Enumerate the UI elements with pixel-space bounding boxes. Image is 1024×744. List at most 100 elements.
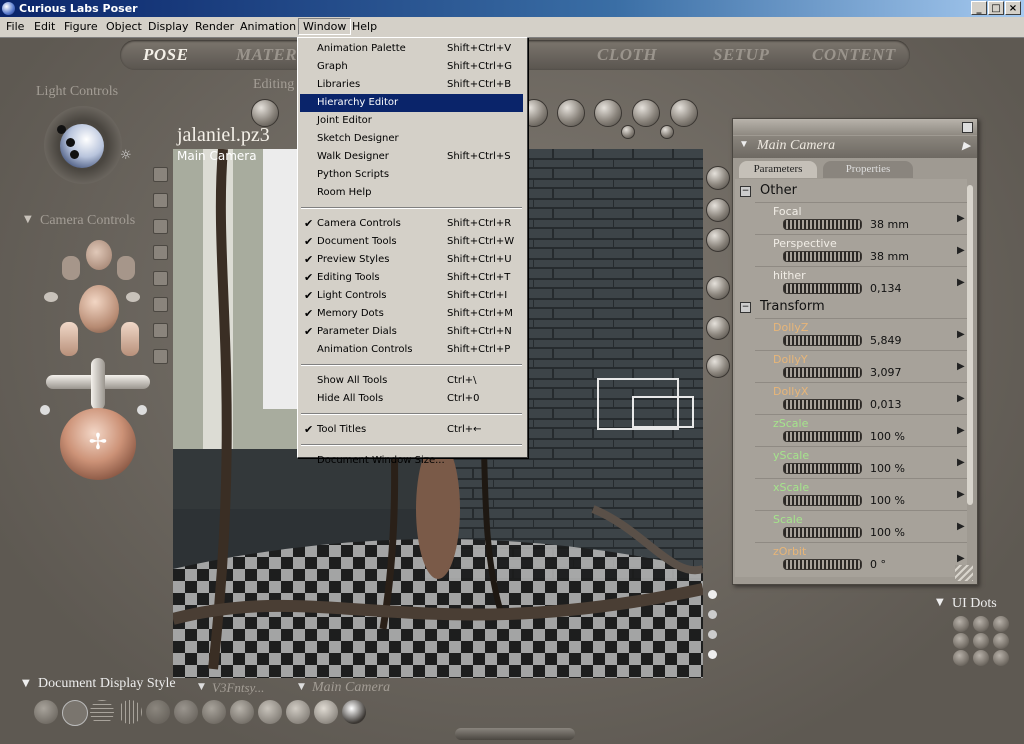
style-silhouette-icon[interactable]	[34, 700, 58, 724]
param-dial[interactable]	[783, 335, 862, 346]
param-dial[interactable]	[783, 463, 862, 474]
param-group-other[interactable]: − Other	[735, 182, 967, 200]
param-menu-arrow-icon[interactable]: ▶	[957, 393, 965, 404]
palette-close-icon[interactable]	[962, 122, 973, 133]
param-dial[interactable]	[783, 527, 862, 538]
color-tool-icon[interactable]	[632, 99, 660, 127]
menu-item-room-help[interactable]: Room Help	[300, 184, 523, 202]
style-smooth-lined-icon[interactable]	[314, 700, 338, 724]
param-dial[interactable]	[783, 495, 862, 506]
param-menu-arrow-icon[interactable]: ▶	[957, 489, 965, 500]
menu-item-memory-dots[interactable]: ✔ Memory Dots Shift+Ctrl+M	[300, 305, 523, 323]
param-menu-arrow-icon[interactable]: ▶	[957, 329, 965, 340]
tab-setup[interactable]: SETUP	[713, 45, 769, 65]
param-menu-arrow-icon[interactable]: ▶	[957, 553, 965, 564]
camera-dropdown-bottom-icon[interactable]: ▼	[298, 682, 305, 692]
menu-item-tool-titles[interactable]: ✔ Tool Titles Ctrl+←	[300, 421, 523, 439]
viewport-dot-1[interactable]	[708, 590, 717, 599]
viewport-dot-2[interactable]	[708, 610, 717, 619]
menu-item-python-scripts[interactable]: Python Scripts	[300, 166, 523, 184]
display-option-button-1[interactable]	[706, 166, 730, 190]
style-flat-shaded-icon[interactable]	[174, 700, 198, 724]
menu-item-editing-tools[interactable]: ✔ Editing Tools Shift+Ctrl+T	[300, 269, 523, 287]
display-option-button-4[interactable]	[706, 276, 730, 300]
param-value[interactable]: 38 mm	[870, 218, 909, 231]
doc-tool-square-1[interactable]	[153, 167, 168, 182]
rotate-tool-icon[interactable]	[251, 99, 279, 127]
collapse-icon[interactable]: −	[740, 186, 751, 197]
style-lit-wireframe-icon[interactable]	[146, 700, 170, 724]
close-button[interactable]: ×	[1005, 1, 1021, 15]
ui-dot-4[interactable]	[953, 633, 969, 649]
param-dial[interactable]	[783, 559, 862, 570]
doc-tool-square-4[interactable]	[153, 245, 168, 260]
doc-tool-square-2[interactable]	[153, 193, 168, 208]
view-magnifier-icon[interactable]	[621, 125, 635, 139]
display-style-toggle-icon[interactable]: ▼	[22, 678, 30, 689]
tab-material[interactable]: MATER	[236, 45, 297, 65]
ui-dot-6[interactable]	[993, 633, 1009, 649]
param-dial[interactable]	[783, 431, 862, 442]
ui-dot-9[interactable]	[993, 650, 1009, 666]
menu-object[interactable]: Object	[106, 20, 142, 33]
parameter-scrollbar[interactable]	[967, 185, 973, 505]
param-value[interactable]: 38 mm	[870, 250, 909, 263]
right-hand-camera-icon[interactable]	[117, 256, 135, 280]
style-wireframe-icon[interactable]	[90, 700, 114, 724]
ui-dot-1[interactable]	[953, 616, 969, 632]
param-dial[interactable]	[783, 283, 862, 294]
display-option-button-5[interactable]	[706, 316, 730, 340]
camera-key-left-icon[interactable]	[44, 292, 58, 302]
tab-content[interactable]: CONTENT	[812, 45, 896, 65]
light-dot-1[interactable]	[57, 125, 66, 134]
param-dial[interactable]	[783, 219, 862, 230]
param-menu-arrow-icon[interactable]: ▶	[957, 521, 965, 532]
ui-dots-toggle-icon[interactable]: ▼	[936, 597, 944, 608]
menu-item-joint-editor[interactable]: Joint Editor	[300, 112, 523, 130]
move-y-cross-icon[interactable]	[91, 358, 105, 410]
viewport-dot-4[interactable]	[708, 650, 717, 659]
palette-menu-arrow-icon[interactable]: ▶	[962, 139, 970, 152]
tab-parameters[interactable]: Parameters	[739, 161, 817, 178]
light-dot-2[interactable]	[66, 138, 75, 147]
minimize-button[interactable]: _	[971, 1, 987, 15]
style-cartoon-lined-icon[interactable]	[258, 700, 282, 724]
display-option-button-2[interactable]	[706, 198, 730, 222]
right-hand-tool-icon[interactable]	[121, 322, 139, 356]
param-value[interactable]: 100 %	[870, 526, 905, 539]
param-group-transform[interactable]: − Transform	[735, 298, 967, 316]
menu-render[interactable]: Render	[195, 20, 234, 33]
left-hand-tool-icon[interactable]	[60, 322, 78, 356]
display-option-button-6[interactable]	[706, 354, 730, 378]
bottom-camera-label[interactable]: Main Camera	[312, 680, 390, 696]
viewport-dot-3[interactable]	[708, 630, 717, 639]
palette-camera-selector[interactable]: ▼ Main Camera ▶	[733, 136, 977, 158]
param-value[interactable]: 100 %	[870, 430, 905, 443]
camera-dot-left[interactable]	[40, 405, 50, 415]
light-sun-icon[interactable]: ☼	[120, 148, 132, 163]
camera-key-right-icon[interactable]	[126, 292, 140, 302]
face-camera-icon[interactable]	[79, 285, 119, 333]
menu-item-light-controls[interactable]: ✔ Light Controls Shift+Ctrl+I	[300, 287, 523, 305]
menu-item-document-tools[interactable]: ✔ Document Tools Shift+Ctrl+W	[300, 233, 523, 251]
param-value[interactable]: 0 °	[870, 558, 886, 571]
menu-edit[interactable]: Edit	[34, 20, 55, 33]
param-menu-arrow-icon[interactable]: ▶	[957, 361, 965, 372]
menu-item-preview-styles[interactable]: ✔ Preview Styles Shift+Ctrl+U	[300, 251, 523, 269]
menu-item-graph[interactable]: Graph Shift+Ctrl+G	[300, 58, 523, 76]
param-value[interactable]: 100 %	[870, 462, 905, 475]
menu-help[interactable]: Help	[352, 20, 377, 33]
menu-figure[interactable]: Figure	[64, 20, 98, 33]
menu-window[interactable]: Window	[298, 18, 352, 35]
ui-dot-7[interactable]	[953, 650, 969, 666]
tab-pose[interactable]: POSE	[143, 45, 188, 65]
menu-item-animation-palette[interactable]: Animation Palette Shift+Ctrl+V	[300, 40, 523, 58]
doc-tool-square-5[interactable]	[153, 271, 168, 286]
param-dial[interactable]	[783, 399, 862, 410]
direct-manipulation-tool-icon[interactable]	[670, 99, 698, 127]
style-cartoon-icon[interactable]	[230, 700, 254, 724]
doc-tool-square-7[interactable]	[153, 323, 168, 338]
light-dot-3[interactable]	[70, 150, 79, 159]
ui-dot-3[interactable]	[993, 616, 1009, 632]
tab-cloth[interactable]: CLOTH	[597, 45, 657, 65]
